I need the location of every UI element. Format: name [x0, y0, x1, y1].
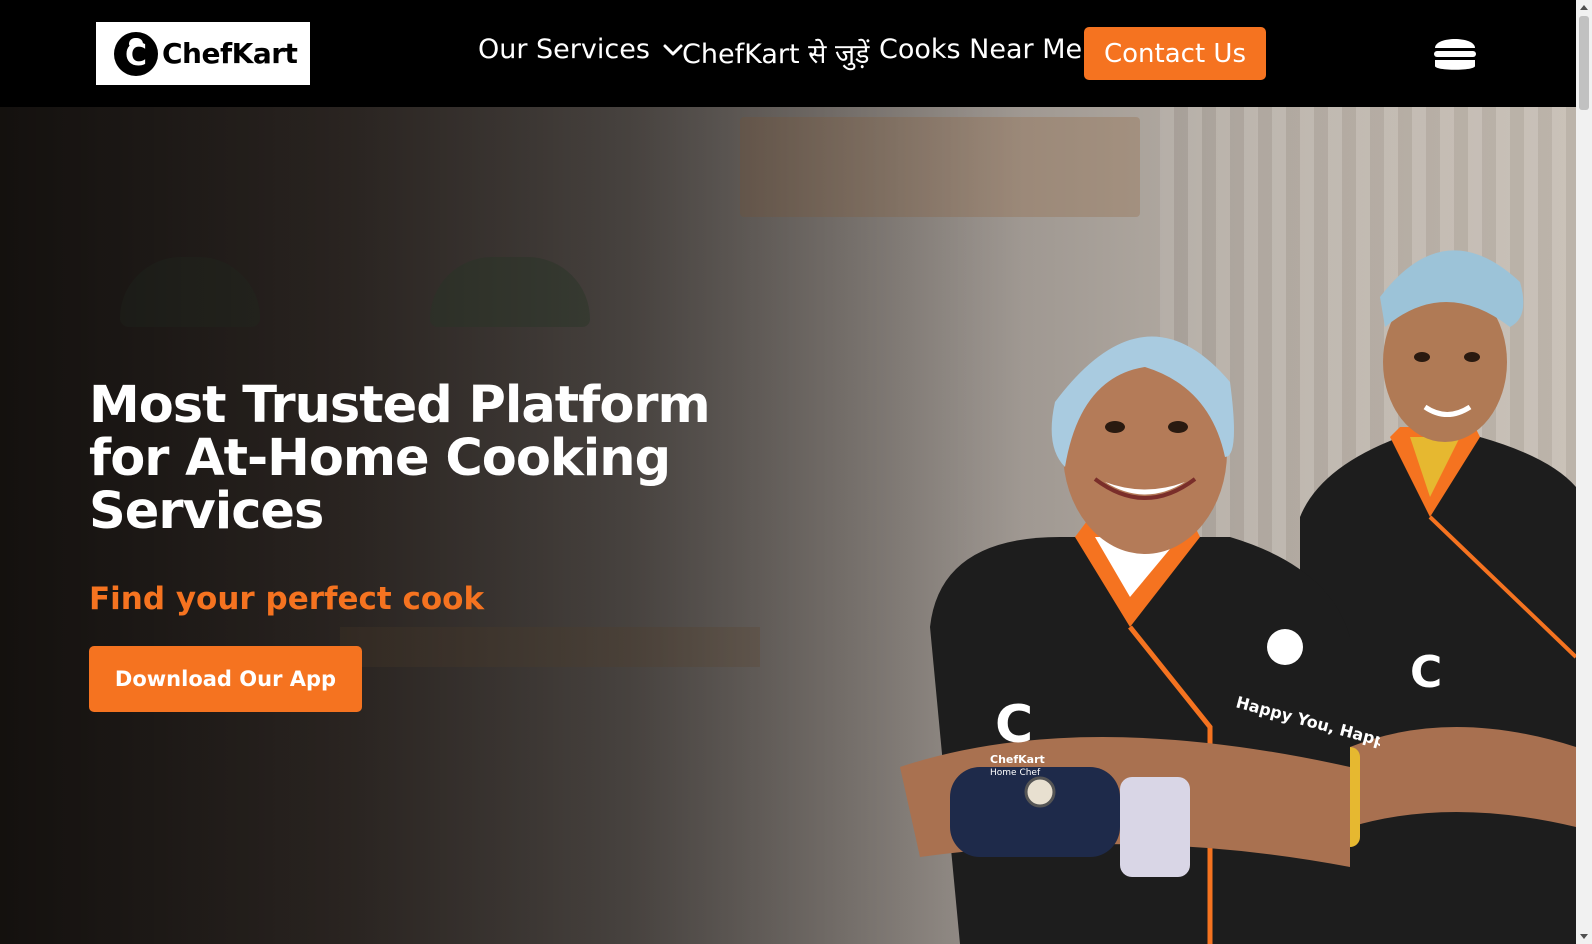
chefkart-logo-icon: C — [114, 31, 158, 76]
uniform-logo-left: C — [995, 695, 1033, 755]
uniform-label-2: Home Chef — [990, 768, 1041, 778]
nav-our-services[interactable]: Our Services — [478, 34, 684, 65]
hero-title-line-2: for At-Home Cooking — [89, 429, 671, 488]
page-scrollbar[interactable] — [1576, 0, 1592, 944]
hamburger-menu-icon[interactable] — [1432, 32, 1478, 74]
chefkart-logo[interactable]: C ChefKart — [96, 22, 310, 85]
scroll-down-arrow-icon[interactable] — [1580, 934, 1588, 939]
chef-hat-icon — [129, 37, 143, 46]
hero-title: Most Trusted Platform for At-Home Cookin… — [89, 379, 729, 538]
chevron-down-icon — [663, 44, 683, 55]
logo-text: ChefKart — [162, 37, 298, 70]
nav-join-chefkart[interactable]: ChefKart से जुड़ें — [682, 34, 869, 71]
nav-our-services-label: Our Services — [478, 34, 650, 65]
top-navbar: C ChefKart Our Services ChefKart से जुड़… — [0, 0, 1576, 107]
hero-section: C C ChefKart Home Chef Happy You, Happy … — [0, 107, 1576, 944]
hero-title-line-3: Services — [89, 482, 324, 541]
scrollbar-thumb[interactable] — [1579, 16, 1589, 110]
chef-photo-left: C ChefKart Home Chef Happy You, Happy Us — [900, 336, 1380, 944]
hero-subtitle: Find your perfect cook — [89, 581, 485, 617]
hero-title-line-1: Most Trusted Platform — [89, 376, 711, 435]
uniform-label-1: ChefKart — [990, 753, 1045, 766]
download-app-button[interactable]: Download Our App — [89, 646, 362, 712]
scroll-up-arrow-icon[interactable] — [1580, 5, 1588, 10]
contact-us-button[interactable]: Contact Us — [1084, 27, 1266, 80]
uniform-logo-right: C — [1410, 647, 1442, 698]
nav-cooks-near-me[interactable]: Cooks Near Me — [879, 34, 1082, 65]
